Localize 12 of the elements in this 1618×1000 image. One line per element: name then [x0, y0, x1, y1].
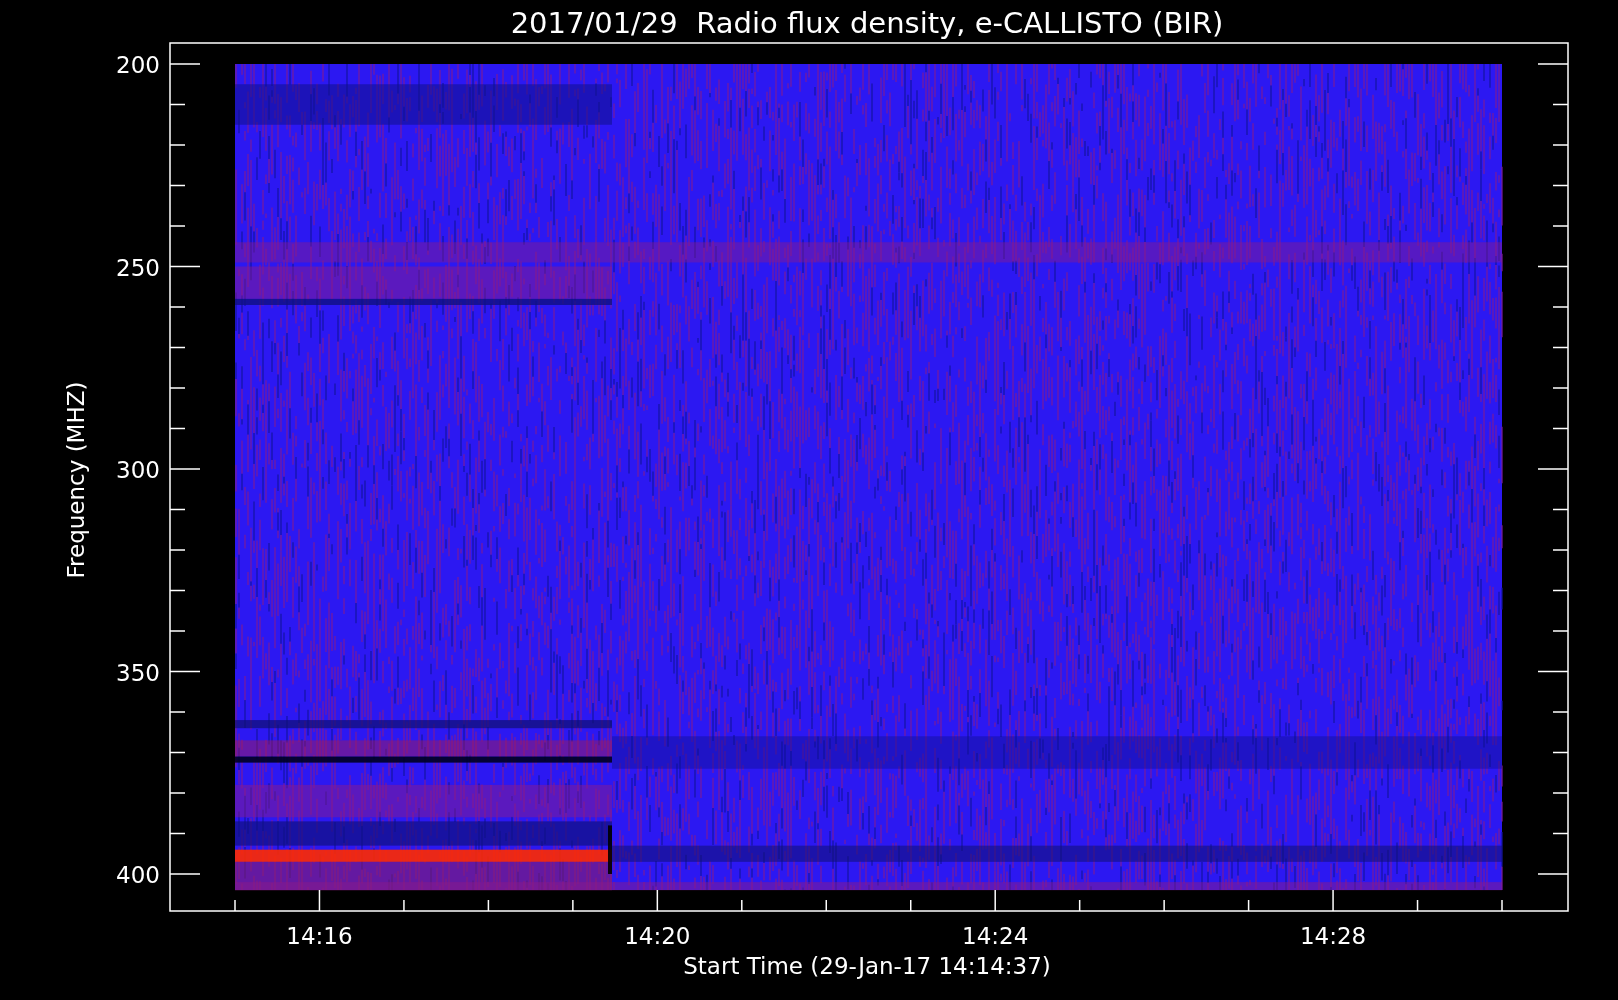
tick-label: 14:20 — [624, 923, 691, 949]
axis-label: Frequency (MHZ) — [63, 381, 89, 579]
tick-label: 400 — [116, 862, 160, 888]
tick-label: 350 — [116, 659, 160, 686]
tick-label: 14:24 — [962, 923, 1029, 949]
tick-label: 200 — [116, 52, 160, 78]
tick-label: 14:28 — [1299, 923, 1367, 949]
tick-label: 300 — [116, 457, 160, 483]
tick-label: 250 — [116, 254, 160, 281]
chart-title: 2017/01/29 Radio flux density, e-CALLISTO (BIR) — [510, 6, 1224, 40]
axis-label: Start Time (29-Jan-17 14:14:37) — [683, 953, 1051, 979]
tick-label: 14:16 — [286, 923, 353, 949]
